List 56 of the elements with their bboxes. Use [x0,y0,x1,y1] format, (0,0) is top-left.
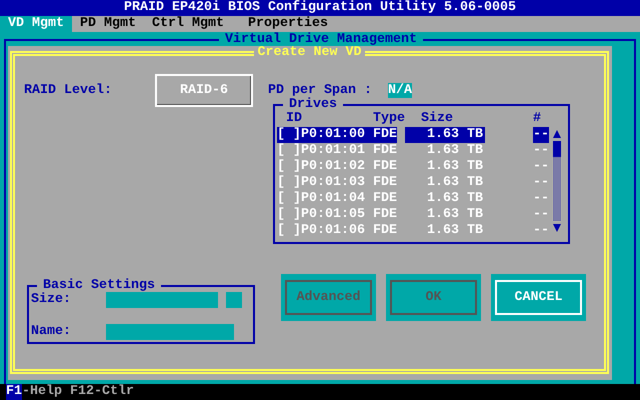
drive-number-cell: -- [533,207,549,223]
scroll-up-icon[interactable] [553,129,561,139]
pd-per-span-label: PD per Span : [268,83,372,98]
drive-type-cell: FDE [373,159,397,175]
column-header: Type [373,111,406,127]
size-unit-field[interactable] [226,292,242,308]
drives-title: Drives [288,99,338,111]
title-bar: PRAID EP420i BIOS Configuration Utility 5.06-0005 [0,0,640,16]
scroll-thumb[interactable] [553,141,561,157]
drive-type-cell: FDE [373,127,397,143]
drive-size-cell-text: 1.63 TB [426,223,484,239]
status-text: F1 [6,384,22,400]
drive-type-cell: FDE [373,191,397,207]
drive-id-cell[interactable]: [ ]P0:01:01 [277,143,373,159]
column-header: # [533,111,541,127]
drive-id-cell[interactable]: [ ]P0:01:06 [277,223,373,239]
pd-per-span-value[interactable]: N/A [388,83,412,98]
drive-size-cell-text: 1.63 TB [426,191,484,207]
drive-number-cell: -- [533,191,549,207]
dialog-button[interactable]: CANCEL [491,274,586,321]
drive-number-cell: -- [533,159,549,175]
menu-tab[interactable]: Ctrl Mgmt [152,16,224,32]
drive-number-cell: -- [533,175,549,191]
drive-id-cell[interactable]: [ ]P0:01:02 [277,159,373,175]
drive-id-cell[interactable]: [ ]P0:01:00 [277,127,373,143]
field-label: Size: [31,292,72,308]
drive-size-cell: 1.63 TB [405,127,485,143]
drive-number-cell: -- [533,143,549,159]
raid-level-button[interactable]: RAID-6 [155,74,253,107]
drive-id-cell[interactable]: [ ]P0:01:05 [277,207,373,223]
size-field[interactable] [106,292,218,308]
basic-settings-title: Basic Settings [43,280,156,292]
menu-tab[interactable]: Properties [248,16,328,32]
drive-type-cell: FDE [373,223,397,239]
drive-number-cell: -- [533,127,549,143]
menu-tab[interactable]: VD Mgmt [0,16,72,32]
drive-type-cell: FDE [373,175,397,191]
drive-size-cell-text: 1.63 TB [426,143,484,159]
column-header: ID [286,111,303,127]
field-label: Name: [31,324,72,340]
dialog-title: Create New VD [256,48,362,58]
menu-tab[interactable]: PD Mgmt [80,16,136,32]
drive-size-cell-text: 1.63 TB [426,175,484,191]
column-header: Size [421,111,454,127]
drive-type-cell: FDE [373,207,397,223]
drive-type-cell: FDE [373,143,397,159]
status-text: -Help F12-Ctlr [22,384,134,400]
drive-size-cell-text: 1.63 TB [426,207,484,223]
panel-title: Virtual Drive Management [224,32,418,47]
raid-level-label: RAID Level: [24,82,113,98]
drive-id-cell[interactable]: [ ]P0:01:03 [277,175,373,191]
name-field[interactable] [106,324,234,340]
drive-id-cell[interactable]: [ ]P0:01:04 [277,191,373,207]
drive-number-cell: -- [533,223,549,239]
drive-size-cell-text: 1.63 TB [426,159,484,175]
scroll-down-icon[interactable] [553,223,561,233]
